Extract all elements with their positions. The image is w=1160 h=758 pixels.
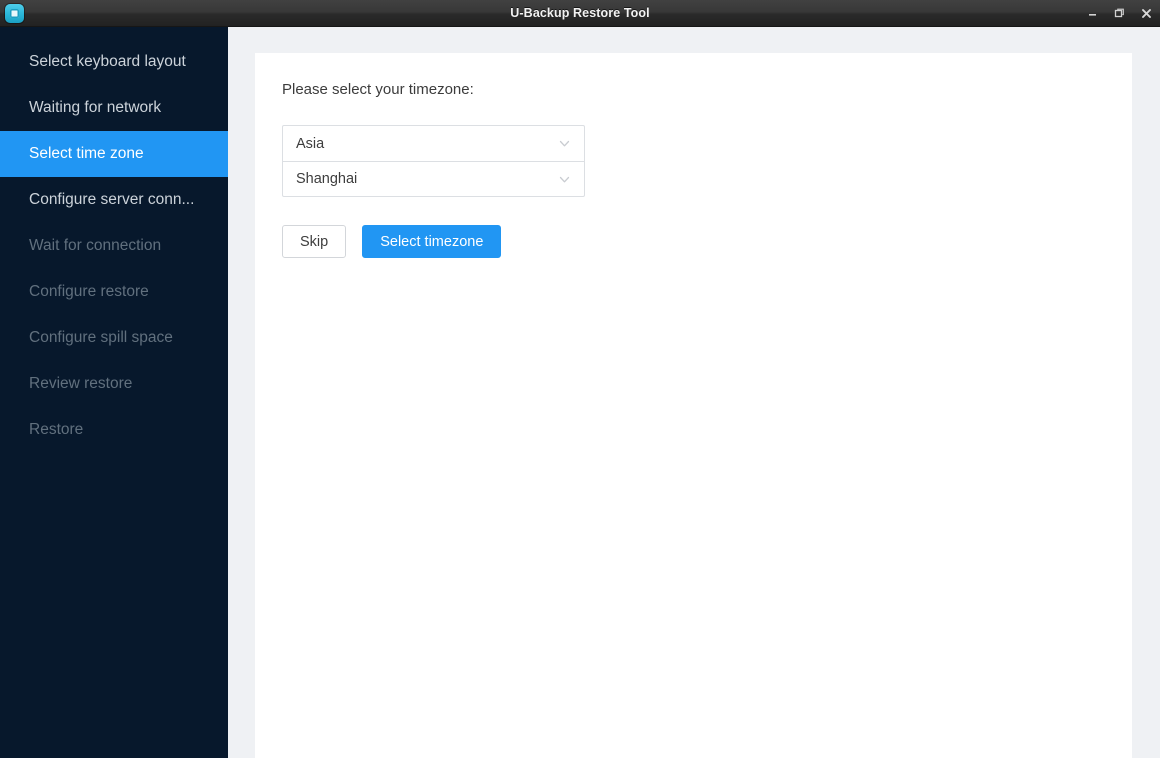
timezone-region-value: Asia: [296, 135, 325, 152]
sidebar-item-wait-for-connection: Wait for connection: [0, 223, 228, 269]
sidebar-item-label: Configure spill space: [29, 329, 173, 346]
app-icon-glyph: [10, 9, 19, 18]
sidebar-item-label: Waiting for network: [29, 99, 162, 116]
maximize-restore-icon[interactable]: [1112, 5, 1127, 23]
chevron-down-icon: [557, 172, 572, 187]
title-bar: U-Backup Restore Tool: [0, 0, 1160, 27]
sidebar-item-waiting-for-network[interactable]: Waiting for network: [0, 85, 228, 131]
sidebar-item-label: Configure restore: [29, 283, 149, 300]
page-title: Please select your timezone:: [282, 81, 474, 98]
sidebar-item-label: Configure server conn...: [29, 191, 195, 208]
sidebar-item-configure-spill-space: Configure spill space: [0, 315, 228, 361]
sidebar-steps: Select keyboard layout Waiting for netwo…: [0, 27, 228, 758]
timezone-select-group: Asia Shanghai: [282, 125, 585, 197]
sidebar-item-label: Select time zone: [29, 145, 144, 162]
skip-button[interactable]: Skip: [282, 225, 347, 258]
sidebar-item-review-restore: Review restore: [0, 361, 228, 407]
minimize-icon[interactable]: [1085, 5, 1100, 23]
sidebar-item-label: Restore: [29, 421, 84, 438]
timezone-city-value: Shanghai: [296, 171, 358, 187]
app-window: U-Backup Restore Tool Select keyboard la…: [0, 0, 1160, 758]
main-content-card: Please select your timezone: Asia Shangh…: [255, 53, 1132, 758]
timezone-city-select[interactable]: Shanghai: [283, 161, 584, 196]
close-icon[interactable]: [1139, 5, 1154, 23]
sidebar-item-label: Review restore: [29, 375, 133, 392]
sidebar-item-label: Wait for connection: [29, 237, 162, 254]
sidebar-item-select-time-zone[interactable]: Select time zone: [0, 131, 228, 177]
sidebar-item-restore: Restore: [0, 407, 228, 453]
sidebar-item-label: Select keyboard layout: [29, 53, 186, 70]
window-controls: [1085, 0, 1154, 27]
timezone-region-select[interactable]: Asia: [283, 126, 584, 161]
sidebar-item-configure-restore: Configure restore: [0, 269, 228, 315]
select-timezone-button[interactable]: Select timezone: [362, 225, 502, 258]
card-inner: Please select your timezone: Asia Shangh…: [255, 53, 1132, 258]
backup-app-icon: [5, 4, 24, 23]
sidebar-item-select-keyboard-layout[interactable]: Select keyboard layout: [0, 39, 228, 85]
sidebar-item-configure-server-connection[interactable]: Configure server conn...: [0, 177, 228, 223]
window-title: U-Backup Restore Tool: [510, 6, 650, 20]
chevron-down-icon: [557, 136, 572, 151]
action-buttons: Skip Select timezone: [282, 225, 1132, 258]
